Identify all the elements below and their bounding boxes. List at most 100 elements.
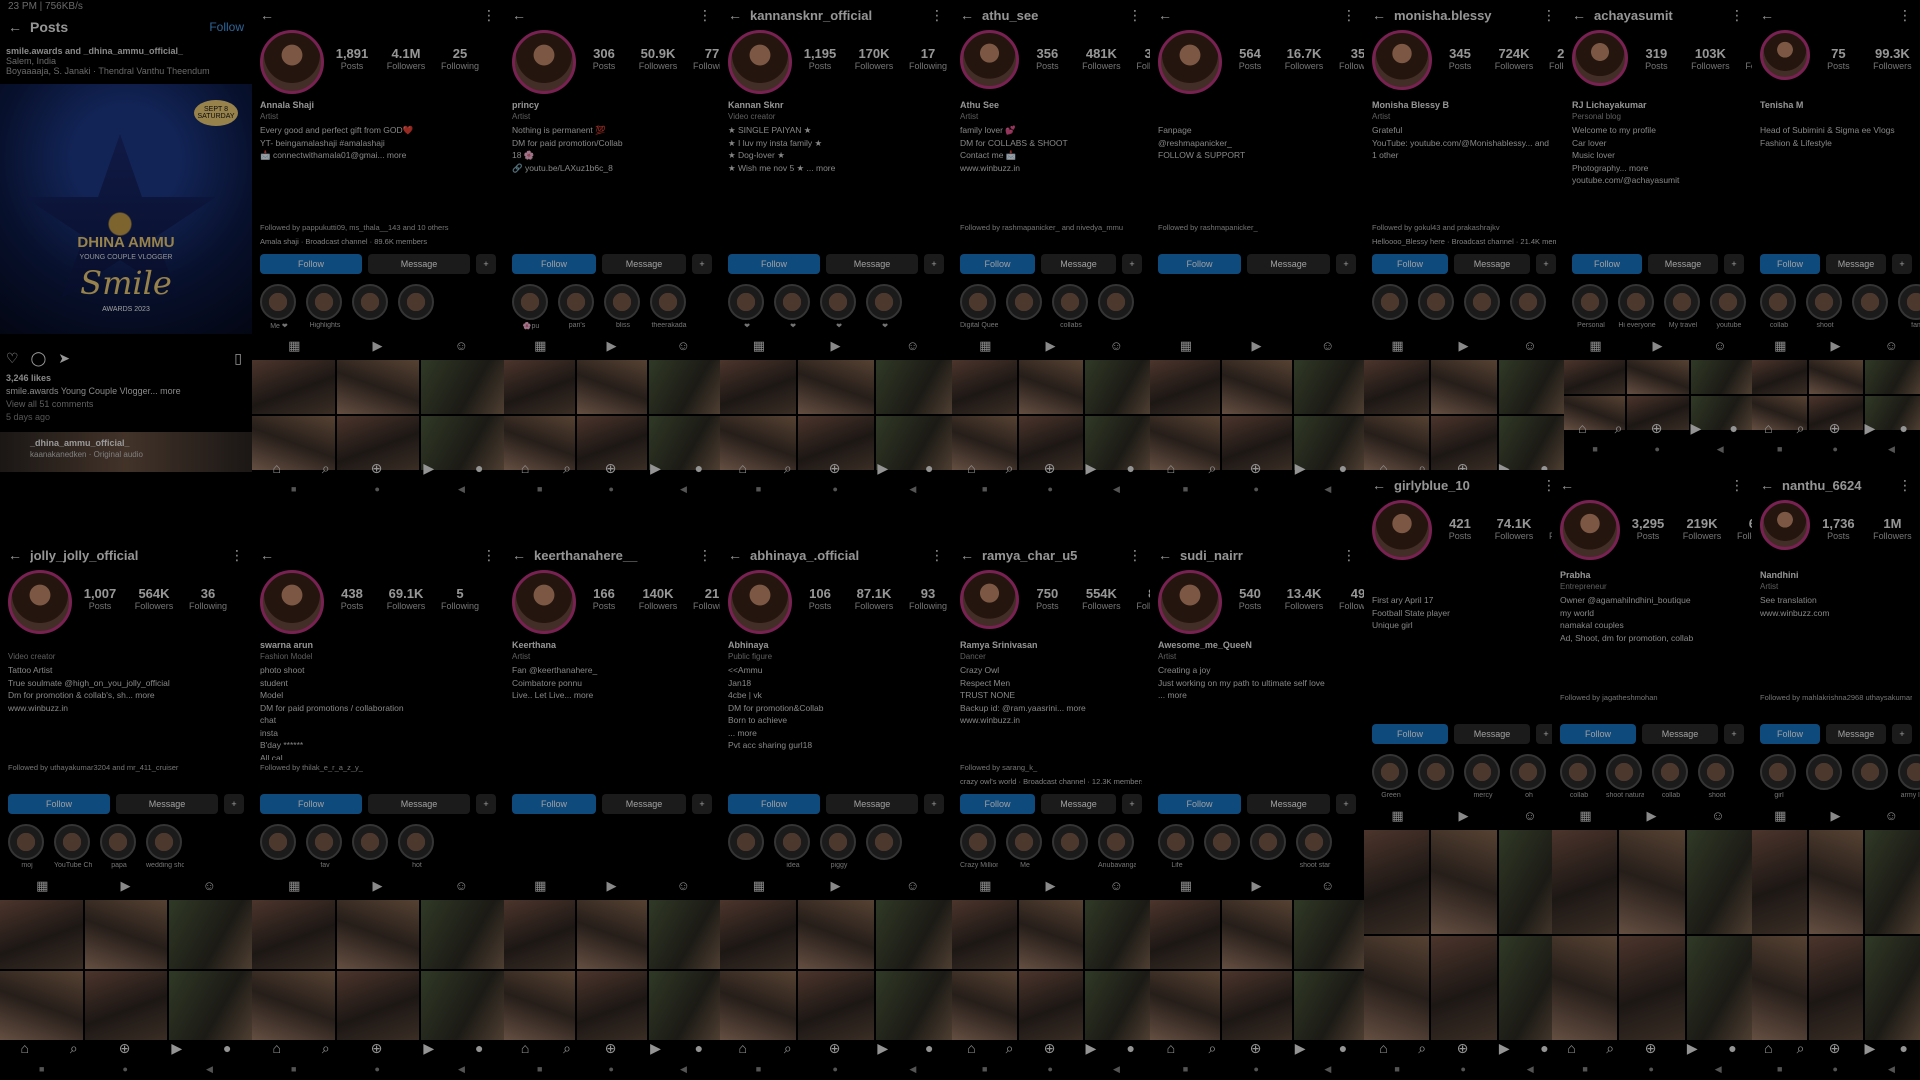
highlight-item[interactable]: ❤ — [728, 284, 766, 330]
recents-icon[interactable]: ■ — [1592, 444, 1597, 455]
reels-tab-icon[interactable]: ▶ — [1046, 878, 1056, 894]
grid-tab-icon[interactable]: ▦ — [1579, 808, 1591, 824]
highlight-item[interactable]: Me ❤ — [260, 284, 298, 330]
post-thumbnail[interactable] — [1294, 360, 1364, 414]
home-icon[interactable]: ⌂ — [272, 460, 280, 477]
highlight-item[interactable] — [1852, 284, 1890, 329]
add-user-icon[interactable]: + — [692, 254, 712, 274]
post-thumbnail[interactable] — [1752, 830, 1807, 934]
post-thumbnail[interactable] — [1150, 360, 1220, 414]
stat-posts[interactable]: 564 Posts — [1228, 46, 1272, 71]
tagged-tab-icon[interactable]: ☺ — [1321, 878, 1334, 894]
search-icon[interactable]: ⌕ — [1418, 1040, 1426, 1057]
home-button-icon[interactable]: ● — [1254, 1064, 1259, 1075]
post-thumbnail[interactable] — [649, 900, 720, 969]
create-icon[interactable]: ⊕ — [1651, 420, 1663, 437]
post-thumbnail[interactable] — [252, 900, 335, 969]
back-icon[interactable]: ◀ — [909, 1064, 916, 1075]
search-icon[interactable]: ⌕ — [1208, 1040, 1216, 1057]
post-thumbnail[interactable] — [798, 900, 874, 969]
add-user-icon[interactable]: + — [1724, 254, 1744, 274]
stat-followers[interactable]: 1M Followers — [1870, 516, 1914, 541]
back-icon[interactable]: ◀ — [1527, 1064, 1534, 1075]
back-icon[interactable]: ◀ — [1717, 444, 1724, 455]
highlight-item[interactable]: Highlights — [306, 284, 344, 330]
reels-tab-icon[interactable]: ▶ — [1831, 338, 1841, 354]
stat-followers[interactable]: 69.1K Followers — [384, 586, 428, 611]
stat-following[interactable]: 296Following — [1546, 46, 1564, 71]
reels-icon[interactable]: ▶ — [1865, 420, 1876, 437]
profile-icon[interactable]: ● — [695, 1040, 703, 1057]
search-icon[interactable]: ⌕ — [1606, 1040, 1614, 1057]
post-thumbnail[interactable] — [1222, 900, 1292, 969]
back-arrow-icon[interactable]: ← — [960, 548, 974, 562]
grid-tab-icon[interactable]: ▦ — [1391, 338, 1403, 354]
post-thumbnail[interactable] — [336, 971, 420, 1040]
post-thumbnail[interactable] — [649, 360, 720, 414]
follow-button[interactable]: Follow — [1572, 254, 1642, 274]
highlight-item[interactable] — [1372, 284, 1410, 322]
message-button[interactable]: Message — [1454, 254, 1530, 274]
highlight-item[interactable]: fav — [306, 824, 344, 869]
home-icon[interactable]: ⌂ — [1578, 420, 1586, 437]
grid-tab-icon[interactable]: ▦ — [753, 878, 765, 894]
post-thumbnail[interactable] — [1431, 936, 1497, 1040]
highlight-item[interactable]: fam — [1898, 284, 1920, 329]
more-options-icon[interactable]: ⋮ — [230, 548, 244, 562]
highlight-item[interactable]: shoot natural — [1606, 754, 1644, 799]
reels-icon[interactable]: ▶ — [1499, 1040, 1510, 1057]
highlight-item[interactable] — [1510, 284, 1548, 322]
home-button-icon[interactable]: ● — [609, 484, 614, 495]
message-button[interactable]: Message — [1826, 724, 1886, 744]
recents-icon[interactable]: ■ — [1777, 1064, 1782, 1075]
stat-following[interactable]: 35Following — [1336, 46, 1364, 71]
add-user-icon[interactable]: + — [1536, 254, 1556, 274]
stat-followers[interactable]: 554K Followers — [1079, 586, 1123, 611]
post-thumbnail[interactable] — [1865, 830, 1920, 934]
follow-button[interactable]: Follow — [960, 794, 1035, 814]
stat-posts[interactable]: 3,295 Posts — [1626, 516, 1670, 541]
profile-icon[interactable]: ● — [475, 1040, 483, 1057]
home-icon[interactable]: ⌂ — [738, 460, 746, 477]
profile-icon[interactable]: ● — [1899, 420, 1907, 437]
recents-icon[interactable]: ■ — [756, 484, 761, 495]
profile-avatar[interactable] — [1158, 30, 1222, 94]
reels-tab-icon[interactable]: ▶ — [373, 338, 383, 354]
highlight-item[interactable] — [1806, 754, 1844, 799]
highlight-item[interactable]: Green — [1372, 754, 1410, 799]
profile-icon[interactable]: ● — [1729, 420, 1737, 437]
create-icon[interactable]: ⊕ — [829, 1040, 841, 1057]
more-options-icon[interactable]: ⋮ — [698, 8, 712, 22]
reels-tab-icon[interactable]: ▶ — [1252, 338, 1262, 354]
post-thumbnail[interactable] — [252, 971, 335, 1040]
home-button-icon[interactable]: ● — [1254, 484, 1259, 495]
recents-icon[interactable]: ■ — [1183, 1064, 1188, 1075]
recents-icon[interactable]: ■ — [1582, 1064, 1587, 1075]
highlight-item[interactable]: ❤ — [820, 284, 858, 330]
post-thumbnail[interactable] — [1690, 360, 1752, 394]
profile-icon[interactable]: ● — [1126, 460, 1134, 477]
post-thumbnail[interactable] — [1364, 936, 1430, 1040]
highlight-item[interactable]: shoot — [1806, 284, 1844, 329]
home-button-icon[interactable]: ● — [1833, 1064, 1838, 1075]
create-icon[interactable]: ⊕ — [1829, 420, 1841, 437]
post-thumbnail[interactable] — [1686, 830, 1752, 934]
followed-by[interactable]: Followed by gokul43 and prakashrajkv — [1372, 222, 1556, 235]
highlight-item[interactable]: youtube — [1710, 284, 1748, 329]
home-button-icon[interactable]: ● — [123, 1064, 128, 1075]
follow-button[interactable]: Follow — [260, 254, 362, 274]
stat-posts[interactable]: 750 Posts — [1025, 586, 1069, 611]
broadcast-channel[interactable]: crazy owl's world · Broadcast channel · … — [960, 776, 1142, 789]
post-thumbnail[interactable] — [876, 360, 952, 414]
add-user-icon[interactable]: + — [692, 794, 712, 814]
search-icon[interactable]: ⌕ — [322, 1040, 330, 1057]
tagged-tab-icon[interactable]: ☺ — [906, 338, 919, 354]
home-icon[interactable]: ⌂ — [967, 1040, 975, 1057]
post-thumbnail[interactable] — [576, 900, 648, 969]
back-arrow-icon[interactable]: ← — [1572, 8, 1586, 22]
message-button[interactable]: Message — [826, 794, 918, 814]
home-button-icon[interactable]: ● — [1655, 444, 1660, 455]
back-icon[interactable]: ◀ — [1715, 1064, 1722, 1075]
add-user-icon[interactable]: + — [1892, 724, 1912, 744]
post-thumbnail[interactable] — [0, 900, 83, 969]
